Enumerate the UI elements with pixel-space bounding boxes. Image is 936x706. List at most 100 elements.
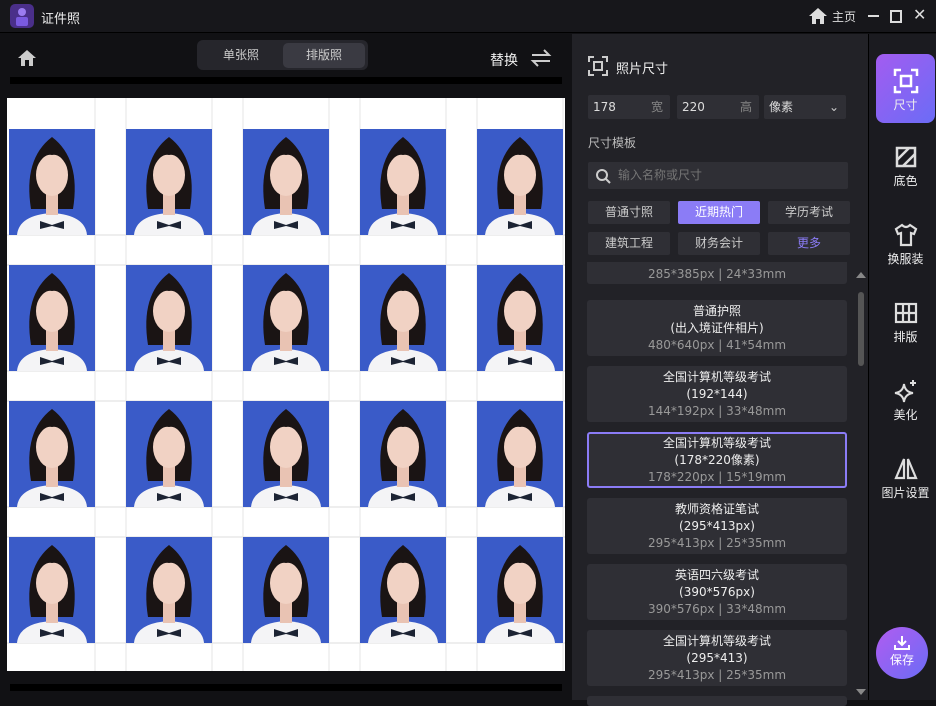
sidebar-item-layout[interactable]: 排版: [876, 292, 935, 358]
sidebar-item-image-settings[interactable]: 图片设置: [876, 448, 935, 514]
grid-icon: [894, 302, 917, 324]
template-size: 178*220px | 15*19mm: [647, 470, 787, 484]
id-photo: [126, 129, 212, 235]
template-subtitle: (295*413px): [679, 519, 755, 533]
category-chip[interactable]: 普通寸照: [588, 201, 670, 224]
tool-sidebar: [868, 34, 936, 700]
sidebar-item-label: 排版: [893, 330, 918, 344]
templates-label: 尺寸模板: [588, 136, 637, 150]
category-chip[interactable]: 学历考试: [768, 201, 850, 224]
template-subtitle: (390*576px): [679, 585, 755, 599]
search-input[interactable]: [618, 165, 838, 185]
template-title: 教师资格证笔试: [674, 502, 759, 516]
sidebar-item-label: 底色: [893, 174, 918, 188]
template-subtitle: (178*220像素): [674, 453, 760, 467]
template-card[interactable]: 全国计算机等级考试 (295*413) 295*413px | 25*35mm: [587, 630, 847, 686]
height-suffix: 高: [739, 100, 752, 114]
template-title: 全国计算机等级考试: [662, 436, 771, 450]
template-card-partial[interactable]: 285*385px | 24*33mm: [587, 262, 847, 284]
id-photo: [360, 401, 446, 507]
sidebar-item-label: 换服装: [887, 252, 924, 266]
tab-single-photo[interactable]: 单张照: [200, 43, 282, 68]
template-size: 480*640px | 41*54mm: [647, 338, 787, 352]
maximize-button[interactable]: [890, 10, 902, 23]
app-logo: [10, 4, 34, 28]
id-photo: [9, 265, 95, 371]
scroll-down-icon[interactable]: [856, 689, 866, 695]
search-icon: [596, 169, 611, 184]
id-photo: [243, 265, 329, 371]
id-photo: [126, 537, 212, 643]
id-photo: [126, 265, 212, 371]
minimize-button[interactable]: [868, 15, 879, 17]
shirt-icon: [894, 223, 917, 247]
sidebar-item-size[interactable]: 尺寸: [876, 54, 935, 123]
title-bar: 证件照 主页 ✕: [0, 0, 936, 33]
save-label: 保存: [889, 653, 914, 667]
id-photo: [9, 129, 95, 235]
id-photo: [360, 537, 446, 643]
crop-frame-icon: [588, 56, 608, 80]
template-size: 144*192px | 33*48mm: [647, 404, 787, 418]
category-chip[interactable]: 更多: [768, 232, 850, 255]
tab-layout-photo[interactable]: 排版照: [283, 43, 365, 68]
width-value: 178: [593, 100, 616, 114]
category-chip[interactable]: 财务会计: [678, 232, 760, 255]
layout-sheet: [7, 98, 595, 674]
replace-button[interactable]: 替换: [490, 50, 518, 70]
divider: [10, 77, 562, 84]
category-chip[interactable]: 近期热门: [678, 201, 760, 224]
mode-switch: 单张照 排版照: [197, 40, 368, 70]
sidebar-item-background-color[interactable]: 底色: [876, 136, 935, 202]
save-button[interactable]: 保存: [876, 627, 928, 679]
template-title: 全国计算机等级考试: [662, 370, 771, 384]
flip-icon: [893, 458, 918, 480]
home-icon[interactable]: [808, 7, 828, 29]
id-photo: [477, 537, 563, 643]
template-size: 295*413px | 25*35mm: [647, 536, 787, 550]
id-photo: [477, 265, 563, 371]
template-card[interactable]: 全国计算机等级考试 (178*220像素) 178*220px | 15*19m…: [587, 432, 847, 488]
width-input[interactable]: 178 宽: [588, 95, 670, 119]
scrollbar-horizontal[interactable]: [10, 684, 562, 691]
id-photo: [477, 129, 563, 235]
scrollbar-thumb[interactable]: [858, 292, 864, 366]
id-photo: [9, 401, 95, 507]
sidebar-item-label: 美化: [893, 408, 918, 422]
chevron-down-icon: ⌄: [828, 100, 839, 114]
template-card[interactable]: 英语四六级考试 (390*576px) 390*576px | 33*48mm: [587, 564, 847, 620]
template-size: 295*413px | 25*35mm: [647, 668, 787, 682]
id-photo: [477, 401, 563, 507]
panel-title: 照片尺寸: [616, 62, 669, 77]
sidebar-item-beautify[interactable]: 美化: [876, 370, 935, 436]
hatch-square-icon: [895, 146, 916, 168]
id-photo: [243, 401, 329, 507]
id-photo: [360, 129, 446, 235]
sidebar-item-label: 图片设置: [881, 486, 930, 500]
template-card[interactable]: 普通护照 (出入境证件相片) 480*640px | 41*54mm: [587, 300, 847, 356]
swap-icon[interactable]: [530, 48, 552, 72]
template-search[interactable]: [588, 162, 848, 189]
template-subtitle: (295*413): [686, 651, 748, 665]
unit-select[interactable]: 像素 ⌄: [764, 95, 846, 119]
template-card-partial[interactable]: [587, 696, 847, 706]
sidebar-item-label: 尺寸: [893, 98, 918, 112]
template-title: 普通护照: [692, 304, 741, 318]
template-title: 全国计算机等级考试: [662, 634, 771, 648]
category-chip[interactable]: 建筑工程: [588, 232, 670, 255]
home-icon[interactable]: [17, 49, 37, 71]
template-subtitle: (192*144): [686, 387, 748, 401]
app-title: 证件照: [41, 12, 81, 27]
id-photo: [360, 265, 446, 371]
sidebar-item-change-clothes[interactable]: 换服装: [876, 214, 935, 280]
crop-frame-icon: [893, 68, 918, 94]
height-input[interactable]: 220 高: [677, 95, 759, 119]
close-button[interactable]: ✕: [913, 5, 926, 24]
template-card[interactable]: 全国计算机等级考试 (192*144) 144*192px | 33*48mm: [587, 366, 847, 422]
scroll-up-icon[interactable]: [856, 272, 866, 278]
width-suffix: 宽: [650, 100, 663, 114]
template-title: 英语四六级考试: [674, 568, 759, 582]
template-card[interactable]: 教师资格证笔试 (295*413px) 295*413px | 25*35mm: [587, 498, 847, 554]
home-button[interactable]: 主页: [832, 8, 856, 25]
download-icon: [894, 636, 910, 650]
